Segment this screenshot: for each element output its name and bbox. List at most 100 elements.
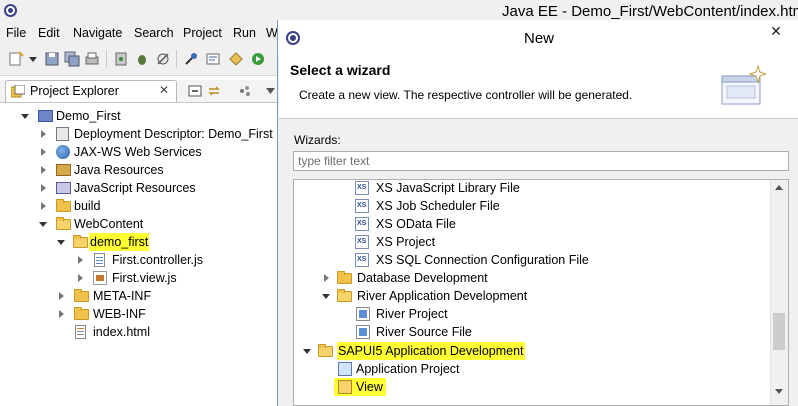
wizard-category-river-application-development[interactable]: River Application Development [294, 287, 772, 305]
link-with-editor-icon[interactable] [207, 85, 221, 97]
menu-project[interactable]: Project [183, 26, 222, 40]
tree-item-index-html[interactable]: index.html [0, 323, 277, 341]
wizard-category-sapui5-application-development[interactable]: SAPUI5 Application Development [294, 342, 772, 360]
xs-file-icon [355, 197, 369, 215]
wizard-item-label: Database Development [357, 271, 488, 285]
skip-breakpoints-icon[interactable] [155, 51, 171, 67]
eclipse-icon [4, 4, 17, 17]
tree-collapsed-icon[interactable] [41, 130, 46, 138]
wizard-item-river-project[interactable]: River Project [294, 305, 772, 323]
tree-item-java-resources[interactable]: Java Resources [0, 161, 277, 179]
wizard-item-view[interactable]: View [294, 378, 772, 396]
menu-search[interactable]: Search [134, 26, 174, 40]
js-view-file-icon [93, 271, 107, 285]
wizard-filter-input[interactable] [293, 151, 789, 171]
tree-item-javascript-resources[interactable]: JavaScript Resources [0, 179, 277, 197]
wizard-item-label: View [356, 380, 383, 394]
tree-collapsed-icon[interactable] [324, 274, 329, 282]
wizard-item-xs-odata[interactable]: XS OData File [294, 215, 772, 233]
deployment-descriptor-icon [56, 127, 69, 141]
save-all-icon[interactable] [64, 51, 80, 67]
wizard-item-xs-job-scheduler[interactable]: XS Job Scheduler File [294, 197, 772, 215]
tree-item-meta-inf[interactable]: META-INF [0, 287, 277, 305]
chevron-down-icon[interactable] [266, 88, 275, 95]
view-menu-icon[interactable] [238, 85, 252, 97]
wizard-item-xs-js-library[interactable]: XS JavaScript Library File [294, 180, 772, 197]
wizards-label: Wizards: [294, 133, 341, 147]
pin-icon[interactable] [183, 51, 199, 67]
new-icon[interactable] [8, 51, 24, 67]
tree-item-jaxws[interactable]: JAX-WS Web Services [0, 143, 277, 161]
new-wizard-dialog: New ✕ Select a wizard Create a new view.… [277, 20, 798, 406]
tree-collapsed-icon[interactable] [41, 148, 46, 156]
tree-collapsed-icon[interactable] [78, 256, 83, 264]
tree-item-first-controller[interactable]: First.controller.js [0, 251, 277, 269]
dialog-close-button[interactable]: ✕ [754, 20, 798, 45]
wizard-tree[interactable]: XS JavaScript Library File XS Job Schedu… [293, 179, 789, 406]
tree-collapsed-icon[interactable] [41, 184, 46, 192]
folder-open-icon [318, 344, 333, 357]
tree-collapsed-icon[interactable] [78, 274, 83, 282]
tree-expand-icon[interactable] [21, 114, 29, 119]
new-dropdown-icon[interactable] [29, 57, 37, 63]
tree-item-label: WEB-INF [93, 307, 146, 321]
xs-file-icon [355, 180, 369, 197]
tree-item-build[interactable]: build [0, 197, 277, 215]
scroll-up-icon[interactable] [775, 185, 783, 190]
tree-expand-icon[interactable] [303, 349, 311, 354]
dialog-title: New [524, 30, 555, 47]
menu-edit[interactable]: Edit [38, 26, 60, 40]
tree-collapsed-icon[interactable] [59, 310, 64, 318]
menu-navigate[interactable]: Navigate [73, 26, 122, 40]
menu-file[interactable]: File [6, 26, 26, 40]
folder-open-icon [56, 217, 71, 230]
folder-icon [56, 199, 71, 212]
wizard-banner: Select a wizard Create a new view. The r… [279, 56, 798, 119]
wizard-item-label: River Source File [376, 325, 472, 339]
wizard-item-xs-sql-connection[interactable]: XS SQL Connection Configuration File [294, 251, 772, 269]
close-icon[interactable]: ✕ [159, 83, 169, 97]
save-icon[interactable] [44, 51, 60, 67]
scrollbar-thumb[interactable] [773, 313, 785, 350]
tree-item-webcontent[interactable]: WebContent [0, 215, 277, 233]
wizard-category-database-development[interactable]: Database Development [294, 269, 772, 287]
tree-item-demo-first[interactable]: Demo_First [0, 107, 277, 125]
xs-project-icon [355, 233, 369, 251]
open-type-icon[interactable] [205, 51, 221, 67]
wizard-item-river-source-file[interactable]: River Source File [294, 323, 772, 341]
dialog-title-bar: New ✕ [278, 20, 798, 56]
print-icon[interactable] [84, 51, 100, 67]
wizard-item-xs-project[interactable]: XS Project [294, 233, 772, 251]
wizard-graphic-icon [721, 64, 766, 105]
tree-item-label: JavaScript Resources [74, 181, 196, 195]
run-icon[interactable] [250, 51, 266, 67]
tree-item-label: JAX-WS Web Services [74, 145, 202, 159]
toolbar-separator [176, 50, 177, 68]
tree-expand-icon[interactable] [39, 222, 47, 227]
tree-item-label: Deployment Descriptor: Demo_First [74, 127, 273, 141]
server-icon[interactable] [113, 51, 129, 67]
tree-item-first-view[interactable]: First.view.js [0, 269, 277, 287]
folder-icon [337, 271, 352, 284]
menu-run[interactable]: Run [233, 26, 256, 40]
tab-project-explorer[interactable]: Project Explorer ✕ [5, 80, 177, 102]
debug-icon[interactable] [134, 51, 150, 67]
project-explorer-icon [11, 85, 25, 98]
tree-collapsed-icon[interactable] [41, 166, 46, 174]
tree-item-deployment-descriptor[interactable]: Deployment Descriptor: Demo_First [0, 125, 277, 143]
tree-collapsed-icon[interactable] [59, 292, 64, 300]
tree-expand-icon[interactable] [57, 240, 65, 245]
wizard-item-label: XS Project [376, 235, 436, 249]
tree-item-label: demo_first [89, 233, 150, 251]
banner-title: Select a wizard [290, 62, 391, 78]
tree-item-web-inf[interactable]: WEB-INF [0, 305, 277, 323]
wizard-list-scrollbar[interactable] [770, 180, 788, 405]
tree-item-demo-first-folder[interactable]: demo_first [0, 233, 277, 251]
collapse-all-icon[interactable] [188, 85, 202, 97]
tree-collapsed-icon[interactable] [41, 202, 46, 210]
open-task-icon[interactable] [228, 51, 244, 67]
xs-file-icon [355, 251, 369, 269]
wizard-item-application-project[interactable]: Application Project [294, 360, 772, 378]
tree-expand-icon[interactable] [322, 294, 330, 299]
scroll-down-icon[interactable] [775, 389, 783, 394]
